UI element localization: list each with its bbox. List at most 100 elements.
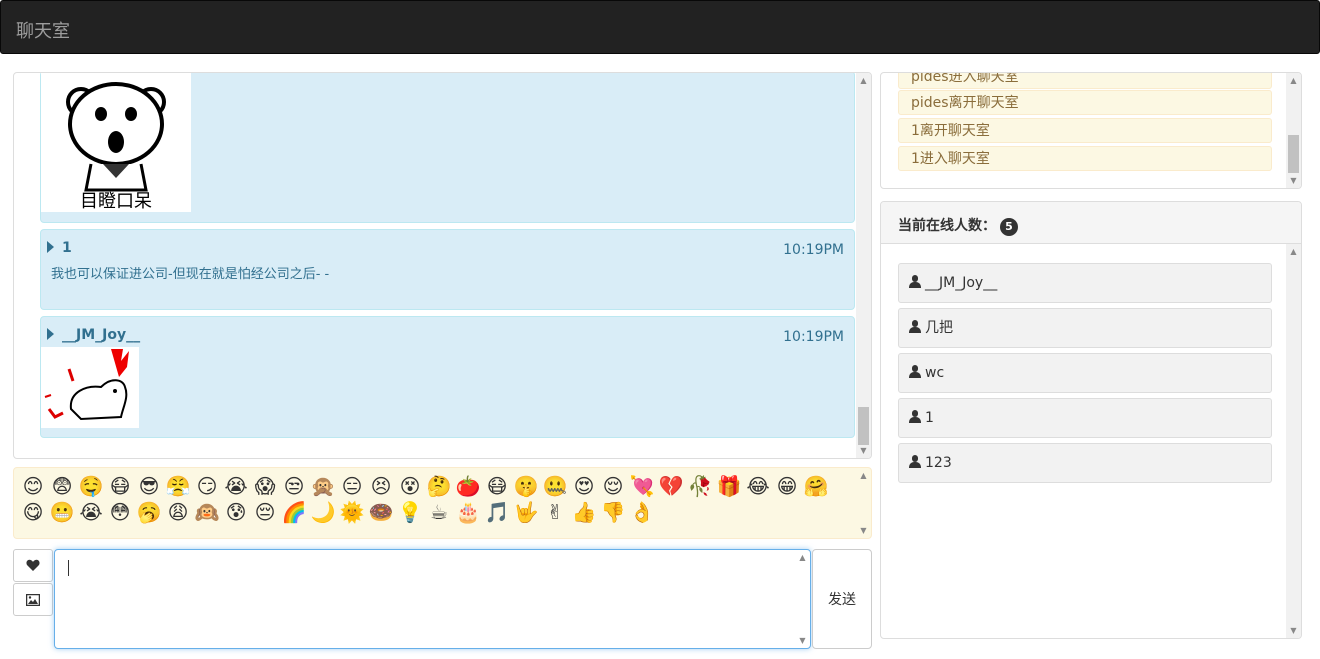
emoji-button[interactable]: 🤗 — [803, 474, 829, 498]
emoji-button[interactable]: 🌙 — [310, 500, 336, 524]
scroll-down-arrow-icon[interactable]: ▼ — [795, 633, 810, 648]
online-user-item[interactable]: wc — [898, 353, 1272, 393]
user-icon — [909, 365, 921, 378]
chat-scrollbar[interactable]: ▲ ▼ — [856, 73, 871, 458]
activity-log-panel[interactable]: pides进入聊天室 pides离开聊天室 1离开聊天室 1进入聊天室 ▲ ▼ — [880, 72, 1302, 189]
heart-icon — [26, 559, 40, 571]
emoji-button[interactable]: 😬 — [49, 500, 75, 524]
log-item: pides离开聊天室 — [898, 90, 1272, 115]
online-user-name: 1 — [925, 410, 934, 426]
emoji-button[interactable]: 😳 — [107, 500, 133, 524]
emoji-button[interactable]: 💘 — [629, 474, 655, 498]
send-image-button[interactable] — [13, 583, 53, 616]
chat-message: __JM_Joy__ 10:19PM — [40, 316, 855, 438]
message-time: 10:19PM — [783, 329, 844, 345]
emoji-button[interactable]: 😋 — [20, 500, 46, 524]
emoji-button[interactable]: 💡 — [397, 500, 423, 524]
emoji-button[interactable]: 😑 — [339, 474, 365, 498]
emoji-button[interactable]: 🥀 — [687, 474, 713, 498]
emoji-button[interactable]: 😰 — [223, 500, 249, 524]
emoji-button[interactable]: 😏 — [194, 474, 220, 498]
message-author[interactable]: 1 — [47, 240, 72, 256]
emoji-button[interactable]: 🤔 — [426, 474, 452, 498]
emoji-button[interactable]: ☕ — [426, 500, 452, 524]
emoji-button[interactable]: 🎂 — [455, 500, 481, 524]
emoji-button[interactable]: 🌞 — [339, 500, 365, 524]
emoji-button[interactable]: 🙊 — [310, 474, 336, 498]
emoji-button[interactable]: 🤐 — [542, 474, 568, 498]
caret-right-icon — [47, 241, 54, 253]
chat-message: 1 10:19PM 我也可以保证进公司-但现在就是怕经公司之后- - — [40, 229, 855, 310]
chat-message: 目瞪口呆 — [40, 73, 855, 223]
online-user-item[interactable]: 几把 — [898, 308, 1272, 348]
emoji-button[interactable]: 😩 — [165, 500, 191, 524]
scroll-up-arrow-icon[interactable]: ▲ — [856, 468, 871, 483]
message-input[interactable]: ▲ ▼ — [54, 549, 811, 649]
online-user-name: 几把 — [925, 320, 953, 336]
emoji-button[interactable]: 👎 — [600, 500, 626, 524]
emoji-scrollbar[interactable]: ▲ ▼ — [856, 468, 871, 538]
emoji-button[interactable]: 🤟 — [513, 500, 539, 524]
online-user-name: 123 — [925, 455, 952, 471]
emoji-button[interactable]: 😭 — [78, 500, 104, 524]
online-user-item[interactable]: __JM_Joy__ — [898, 263, 1272, 303]
emoji-button[interactable]: 😣 — [368, 474, 394, 498]
emoji-button[interactable]: 😎 — [136, 474, 162, 498]
emoji-button[interactable]: 😷 — [484, 474, 510, 498]
emoji-button[interactable]: 🥱 — [136, 500, 162, 524]
online-users-scrollbar[interactable]: ▲ ▼ — [1286, 244, 1301, 638]
log-item: pides进入聊天室 — [898, 73, 1272, 89]
scroll-down-arrow-icon[interactable]: ▼ — [856, 523, 871, 538]
emoji-button[interactable]: 🍩 — [368, 500, 394, 524]
emoji-button[interactable]: 😱 — [252, 474, 278, 498]
scroll-up-arrow-icon[interactable]: ▲ — [1286, 244, 1301, 259]
emoji-button[interactable]: 😌 — [600, 474, 626, 498]
send-button[interactable]: 发送 — [812, 549, 872, 649]
emoji-button[interactable]: 🎵 — [484, 500, 510, 524]
scroll-thumb[interactable] — [858, 407, 869, 445]
emoji-button[interactable]: 😨 — [49, 474, 75, 498]
author-name: __JM_Joy__ — [62, 327, 141, 343]
emoji-button[interactable]: 😭 — [223, 474, 249, 498]
text-cursor — [68, 560, 69, 576]
emoji-button[interactable]: 🤫 — [513, 474, 539, 498]
emoji-button[interactable]: 🍅 — [455, 474, 481, 498]
chat-messages-panel[interactable]: 目瞪口呆 1 10:19PM 我也可以保证进公司-但现在就是怕经公司之后- - … — [13, 72, 872, 459]
emoji-toggle-button[interactable] — [13, 549, 53, 582]
emoji-button[interactable]: 🌈 — [281, 500, 307, 524]
emoji-button[interactable]: 😤 — [165, 474, 191, 498]
emoji-button[interactable]: 🤤 — [78, 474, 104, 498]
emoji-button[interactable]: 😔 — [252, 500, 278, 524]
emoji-button[interactable]: 😒 — [281, 474, 307, 498]
emoji-button[interactable]: 😵 — [397, 474, 423, 498]
emoji-button[interactable]: 👍 — [571, 500, 597, 524]
scroll-down-arrow-icon[interactable]: ▼ — [856, 443, 871, 458]
online-user-item[interactable]: 123 — [898, 443, 1272, 483]
emoji-row: 😋 😬 😭 😳 🥱 😩 🙉 😰 😔 🌈 🌙 🌞 🍩 💡 ☕ 🎂 🎵 🤟 ✌ 👍 👎 👌 — [20, 500, 655, 524]
emoji-button[interactable]: 💔 — [658, 474, 684, 498]
scroll-up-arrow-icon[interactable]: ▲ — [856, 73, 871, 88]
online-user-item[interactable]: 1 — [898, 398, 1272, 438]
emoji-button[interactable]: 😷 — [107, 474, 133, 498]
scroll-up-arrow-icon[interactable]: ▲ — [795, 550, 810, 565]
picture-icon — [26, 593, 40, 606]
scroll-down-arrow-icon[interactable]: ▼ — [1286, 173, 1301, 188]
scroll-thumb[interactable] — [1288, 135, 1299, 173]
emoji-button[interactable]: 🎁 — [716, 474, 742, 498]
emoji-button[interactable]: 👌 — [629, 500, 655, 524]
input-scrollbar[interactable]: ▲ ▼ — [795, 550, 810, 648]
emoji-button[interactable]: ✌ — [542, 500, 568, 524]
emoji-button[interactable]: 😁 — [774, 474, 800, 498]
user-icon — [909, 455, 921, 468]
app-title[interactable]: 聊天室 — [16, 17, 70, 43]
emoji-button[interactable]: 😍 — [571, 474, 597, 498]
scroll-up-arrow-icon[interactable]: ▲ — [1286, 73, 1301, 88]
online-users-panel: 当前在线人数： 5 __JM_Joy__ 几把 wc 1 123 ▲ ▼ — [880, 201, 1302, 639]
emoji-button[interactable]: 😂 — [745, 474, 771, 498]
emoji-button[interactable]: 😊 — [20, 474, 46, 498]
message-author[interactable]: __JM_Joy__ — [47, 327, 140, 343]
scroll-down-arrow-icon[interactable]: ▼ — [1286, 623, 1301, 638]
emoji-button[interactable]: 🙉 — [194, 500, 220, 524]
online-title-text: 当前在线人数： — [898, 218, 996, 234]
log-scrollbar[interactable]: ▲ ▼ — [1286, 73, 1301, 188]
